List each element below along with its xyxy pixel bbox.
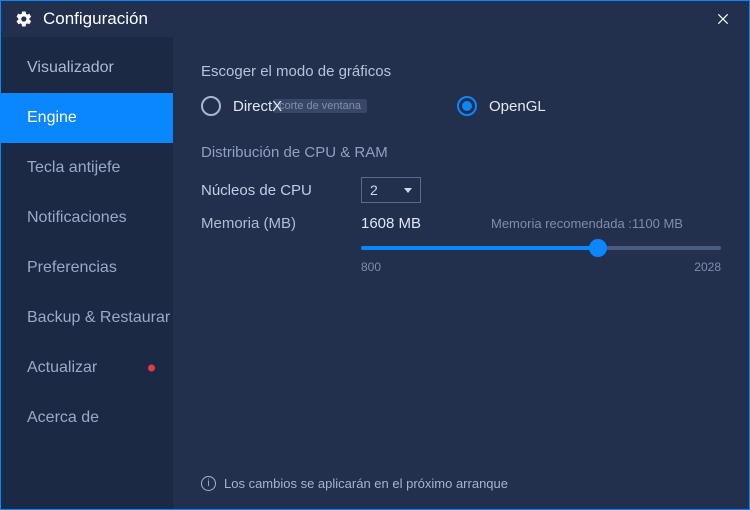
sidebar-item-label: Preferencias (27, 259, 117, 277)
close-icon (716, 12, 730, 26)
radio-directx[interactable]: DirectX (201, 96, 457, 116)
sidebar-item-acerca-de[interactable]: Acerca de (1, 393, 173, 443)
sidebar: Visualizador Engine Tecla antijefe Notif… (1, 37, 173, 509)
footer-note: i Los cambios se aplicarán en el próximo… (201, 476, 508, 491)
sidebar-item-label: Notificaciones (27, 209, 127, 227)
radio-opengl[interactable]: OpenGL (457, 96, 546, 116)
radio-icon (457, 96, 477, 116)
cpu-cores-label: Núcleos de CPU (201, 182, 361, 199)
sidebar-item-label: Acerca de (27, 409, 99, 427)
memory-slider[interactable]: 800 2028 (361, 246, 721, 274)
footer-note-text: Los cambios se aplicarán en el próximo a… (224, 476, 508, 491)
sidebar-item-preferencias[interactable]: Preferencias (1, 243, 173, 293)
sidebar-item-label: Actualizar (27, 359, 97, 377)
slider-min: 800 (361, 260, 381, 274)
memory-recommended: Memoria recomendada :1100 MB (491, 216, 683, 231)
cpu-cores-value: 2 (370, 182, 378, 198)
slider-fill (361, 246, 598, 250)
sidebar-item-tecla-antijefe[interactable]: Tecla antijefe (1, 143, 173, 193)
memory-label: Memoria (MB) (201, 215, 361, 232)
main-panel: Escoger el modo de gráficos corte de ven… (173, 37, 749, 509)
memory-value: 1608 MB (361, 215, 491, 232)
graphics-section-title: Escoger el modo de gráficos (201, 63, 721, 80)
cpu-ram-section-title: Distribución de CPU & RAM (201, 144, 721, 161)
window-title: Configuración (43, 9, 705, 29)
slider-thumb[interactable] (589, 239, 607, 257)
info-icon: i (201, 476, 216, 491)
sidebar-item-engine[interactable]: Engine (1, 93, 173, 143)
caret-down-icon (404, 188, 412, 193)
sidebar-item-label: Backup & Restaurar (27, 309, 170, 327)
sidebar-item-label: Tecla antijefe (27, 159, 120, 177)
close-button[interactable] (705, 1, 741, 37)
gear-icon (15, 10, 33, 28)
sidebar-item-visualizador[interactable]: Visualizador (1, 43, 173, 93)
titlebar: Configuración (1, 1, 749, 37)
cpu-cores-select[interactable]: 2 (361, 177, 421, 203)
sidebar-item-label: Visualizador (27, 59, 114, 77)
sidebar-item-label: Engine (27, 109, 77, 127)
notify-dot-icon (148, 365, 155, 372)
slider-max: 2028 (694, 260, 721, 274)
sidebar-item-backup-restaurar[interactable]: Backup & Restaurar (1, 293, 173, 343)
sidebar-item-notificaciones[interactable]: Notificaciones (1, 193, 173, 243)
radio-icon (201, 96, 221, 116)
radio-label: OpenGL (489, 98, 546, 115)
sidebar-item-actualizar[interactable]: Actualizar (1, 343, 173, 393)
radio-label: DirectX (233, 98, 282, 115)
slider-track (361, 246, 721, 250)
